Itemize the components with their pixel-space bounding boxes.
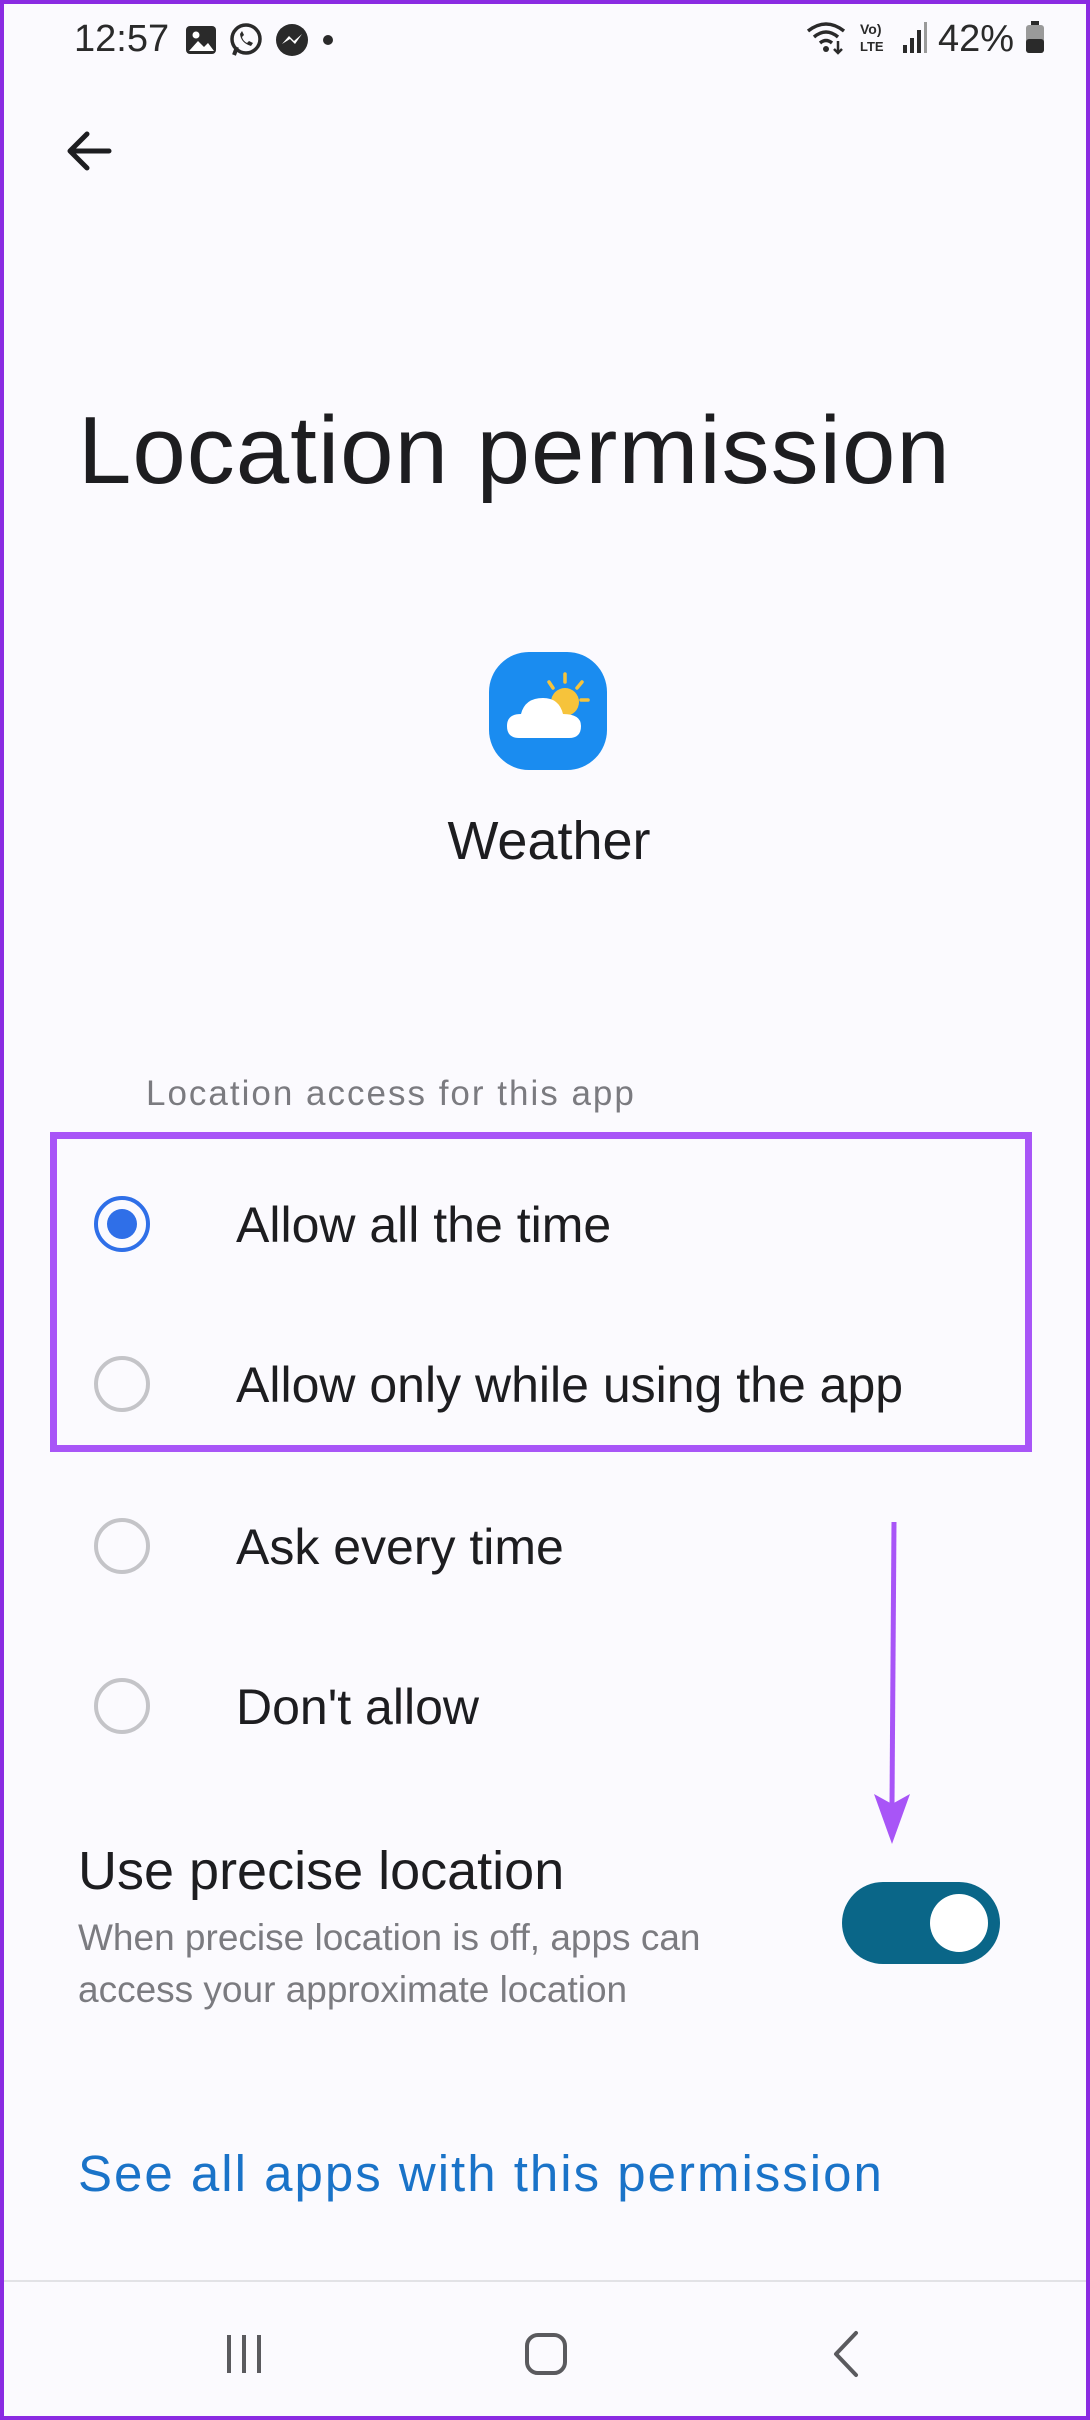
radio-button[interactable]	[94, 1518, 150, 1574]
volte-icon: Vo) LTE	[858, 19, 892, 60]
dot-icon	[320, 22, 336, 63]
back-button[interactable]	[54, 116, 124, 186]
chevron-left-icon	[834, 2331, 858, 2377]
page-title: Location permission	[78, 397, 951, 504]
wifi-icon	[804, 19, 848, 60]
section-header: Location access for this app	[146, 1074, 636, 1113]
nav-back-button[interactable]	[808, 2324, 888, 2384]
radio-button[interactable]	[94, 1678, 150, 1734]
battery-percent: 42%	[937, 18, 1014, 60]
option-label: Don't allow	[236, 1679, 479, 1735]
weather-app-icon	[489, 652, 607, 770]
messenger-icon	[274, 22, 310, 63]
status-time: 12:57	[74, 18, 170, 60]
recents-button[interactable]	[204, 2324, 284, 2384]
precise-location-description: When precise location is off, apps can a…	[78, 1917, 701, 2010]
status-bar: 12:57 Vo) LTE 42%	[4, 4, 1086, 76]
svg-text:LTE: LTE	[860, 39, 884, 54]
recents-icon	[227, 2335, 261, 2373]
app-name: Weather	[447, 811, 651, 871]
option-label: Ask every time	[236, 1519, 564, 1575]
arrow-down-icon	[874, 1521, 910, 1844]
navigation-bar	[4, 2280, 1086, 2416]
home-icon	[525, 2333, 567, 2375]
system-icons: Vo) LTE 42%	[804, 18, 1046, 61]
see-all-apps-link[interactable]: See all apps with this permission	[78, 2144, 884, 2203]
home-button[interactable]	[506, 2324, 586, 2384]
precise-location-toggle[interactable]	[842, 1882, 1000, 1964]
arrow-left-icon	[67, 131, 112, 171]
option-ask-every-time[interactable]: Ask every time	[4, 1486, 1086, 1606]
svg-text:Vo): Vo)	[860, 21, 882, 37]
gallery-icon	[184, 23, 218, 62]
whatsapp-icon	[228, 22, 264, 63]
precise-location-title: Use precise location	[78, 1841, 565, 1901]
signal-icon	[902, 19, 928, 60]
highlight-box	[50, 1132, 1032, 1452]
screen: 12:57 Vo) LTE 42% Location permission We…	[0, 0, 1090, 2420]
battery-icon	[1024, 19, 1046, 60]
notification-icons	[184, 22, 336, 63]
toggle-knob	[930, 1894, 988, 1952]
option-dont-allow[interactable]: Don't allow	[4, 1646, 1086, 1766]
